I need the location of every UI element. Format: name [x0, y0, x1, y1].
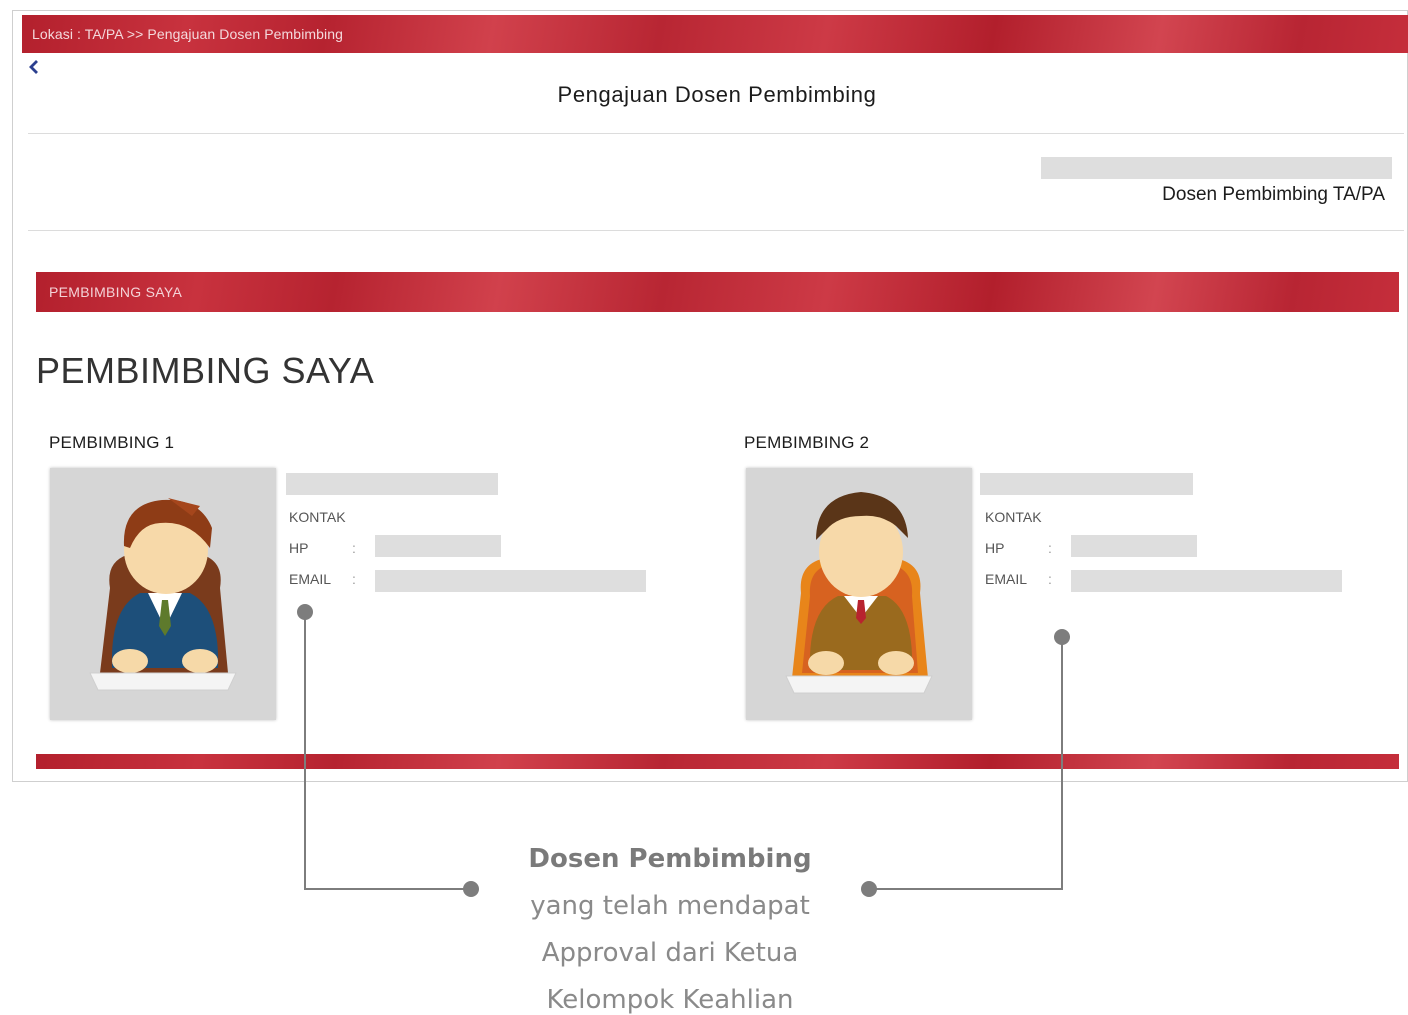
caption-line-1: Dosen Pembimbing — [528, 844, 812, 874]
caption-line-3: Approval dari Ketua — [541, 938, 799, 968]
caption-line-4: Kelompok Keahlian — [546, 985, 794, 1015]
callout-caption: Dosen Pembimbing yang telah mendapat App… — [470, 836, 870, 1015]
caption-line-2: yang telah mendapat — [530, 891, 810, 921]
